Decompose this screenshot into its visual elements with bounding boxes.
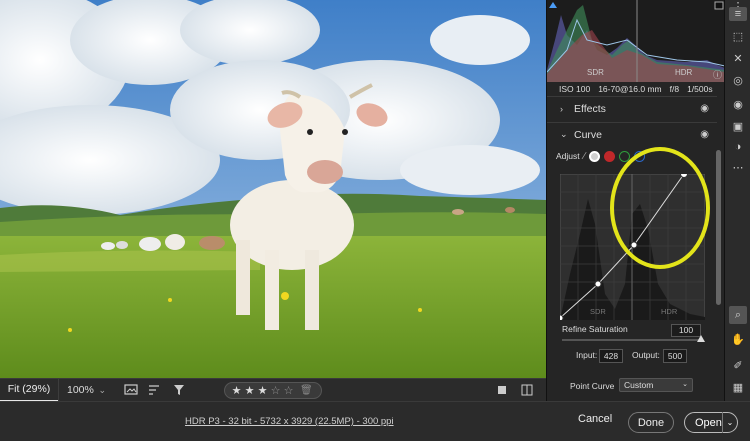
output-label: Output: — [632, 350, 660, 360]
view-toolbar: Fit (29%) 100% ⌄ ★ ★ ★ ☆ ☆ 🗑 — [0, 378, 546, 402]
star-4[interactable]: ☆ — [270, 384, 281, 397]
image-compare-icon[interactable] — [122, 381, 140, 399]
zoom-100-button[interactable]: 100% ⌄ — [58, 378, 110, 402]
histogram: SDR HDR ⓘ — [546, 0, 726, 82]
refine-saturation-label: Refine Saturation — [562, 324, 628, 334]
snapshots-icon[interactable]: ▣ — [729, 117, 747, 135]
adjust-label: Adjust — [556, 151, 580, 161]
fit-zoom-button[interactable]: Fit (29%) — [0, 379, 58, 402]
status-bar: HDR P3 - 32 bit - 5732 x 3929 (22.5MP) -… — [0, 401, 750, 441]
chevron-down-icon[interactable]: ⌄ — [721, 412, 737, 433]
red-eye-icon[interactable]: ◉ — [729, 95, 747, 113]
edit-panel: SDR HDR ⓘ ISO 100 16-70@16.0 mm f/8 1/50… — [546, 0, 726, 401]
curve-hdr-label: HDR — [661, 307, 678, 316]
before-after-icon[interactable] — [518, 381, 536, 399]
chevron-down-icon: ⌄ — [560, 129, 568, 139]
star-rating[interactable]: ★ ★ ★ ☆ ☆ 🗑 — [224, 382, 322, 399]
presets-icon[interactable]: ◑ — [729, 138, 747, 156]
slider-thumb[interactable] — [697, 335, 705, 342]
color-sampler-icon[interactable]: ✐ — [729, 356, 747, 374]
open-button[interactable]: Open ⌄ — [684, 412, 738, 433]
chevron-right-icon: › — [560, 103, 563, 114]
output-field[interactable]: 500 — [663, 349, 687, 363]
eye-icon[interactable]: ◉ — [700, 103, 709, 114]
input-field[interactable]: 428 — [599, 349, 623, 363]
point-curve-label: Point Curve — [570, 381, 615, 391]
curve-label: Curve — [574, 128, 603, 141]
panel-scrollbar[interactable] — [716, 150, 721, 305]
workflow-options-link[interactable]: HDR P3 - 32 bit - 5732 x 3929 (22.5MP) -… — [185, 416, 394, 427]
star-5[interactable]: ☆ — [283, 384, 294, 397]
info-icon[interactable]: ⓘ — [713, 68, 722, 81]
healing-icon[interactable]: ✕ — [729, 49, 747, 67]
filter-icon[interactable] — [170, 381, 188, 399]
hand-tool-icon[interactable]: ✋ — [729, 330, 747, 348]
effects-section-header[interactable]: › Effects ◉ — [547, 96, 717, 120]
photo-image — [0, 0, 546, 378]
crop-icon[interactable]: ⬚ — [729, 27, 747, 45]
chevron-down-icon: ⌄ — [682, 381, 688, 388]
histogram-hdr-label: HDR — [675, 68, 693, 77]
trash-icon[interactable]: 🗑 — [300, 385, 313, 396]
chevron-down-icon[interactable]: ⌄ — [98, 385, 106, 396]
camera-raw-window: Fit (29%) 100% ⌄ ★ ★ ★ ☆ ☆ 🗑 SDR HDR ⓘ I… — [0, 0, 750, 441]
open-label: Open — [695, 416, 722, 429]
point-curve-value: Custom — [624, 380, 654, 390]
fullscreen-icon[interactable] — [493, 381, 511, 399]
aperture-value: f/8 — [669, 84, 680, 94]
zoom-tool-icon[interactable]: ⌕ — [729, 306, 747, 324]
lens-value: 16-70@16.0 mm — [598, 84, 662, 94]
iso-value: ISO 100 — [559, 84, 591, 94]
ellipsis-icon[interactable]: ⋯ — [729, 158, 747, 176]
input-label: Input: — [576, 350, 598, 360]
exif-info: ISO 100 16-70@16.0 mm f/8 1/500s — [547, 82, 725, 96]
tool-strip: ⋮ ≡ ⬚ ✕ ◎ ◉ ▣ ◑ ⋯ ⌕ ✋ ✐ ▦ — [724, 0, 750, 401]
channel-rgb-button[interactable] — [589, 150, 601, 162]
photo-preview[interactable] — [0, 0, 546, 378]
effects-label: Effects — [574, 102, 606, 115]
cancel-button[interactable]: Cancel — [578, 413, 612, 425]
curve-sdr-label: SDR — [590, 307, 606, 316]
curve-section-header[interactable]: ⌄ Curve ◉ — [547, 122, 717, 146]
point-curve-select[interactable]: Custom ⌄ — [619, 378, 693, 392]
refine-saturation-slider[interactable] — [562, 339, 702, 341]
parametric-curve-icon[interactable]: ∕ — [584, 151, 586, 162]
histogram-sdr-label: SDR — [587, 68, 604, 77]
histogram-chart — [546, 0, 726, 82]
star-2[interactable]: ★ — [244, 384, 255, 397]
sort-icon[interactable] — [146, 381, 164, 399]
star-1[interactable]: ★ — [231, 384, 242, 397]
masking-icon[interactable]: ◎ — [729, 71, 747, 89]
grid-icon[interactable]: ▦ — [729, 378, 747, 396]
shutter-value: 1/500s — [687, 84, 713, 94]
highlight-ring — [610, 147, 710, 269]
edit-sliders-icon[interactable]: ≡ — [729, 7, 747, 21]
done-button[interactable]: Done — [628, 412, 674, 433]
star-3[interactable]: ★ — [257, 384, 268, 397]
zoom-label: 100% — [67, 384, 94, 396]
eye-icon[interactable]: ◉ — [700, 129, 709, 140]
